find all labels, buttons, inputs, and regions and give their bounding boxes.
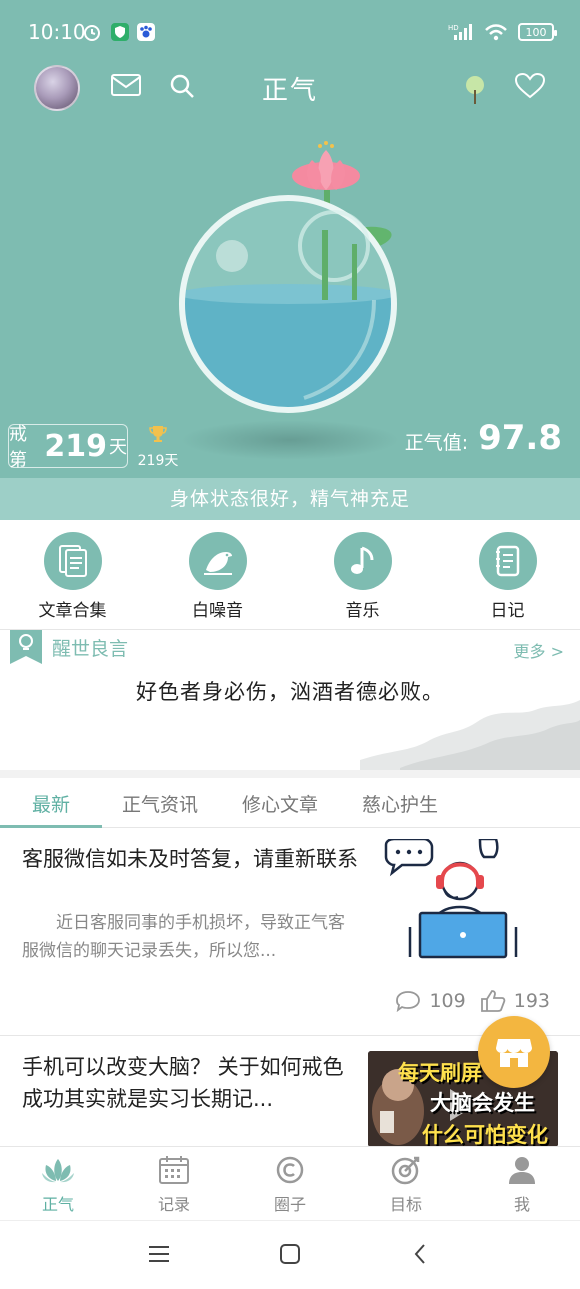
calendar-icon [159,1156,189,1184]
nav-record[interactable]: 记录 [116,1147,232,1220]
abstinence-days-box: 戒第 219 天 [8,424,128,471]
quote-section[interactable]: 醒世良言 更多 > 好色者身必伤，汹酒者德必败。 [0,630,580,770]
status-time: 10:10 [28,20,86,44]
documents-icon [58,545,87,577]
record-trophy: 219天 [136,424,180,470]
back-icon[interactable] [408,1241,434,1267]
diary-icon [495,545,519,577]
customer-service-image [384,839,518,959]
nav-zhengqi[interactable]: 正气 [0,1147,116,1220]
status-right: HD 100 [448,22,557,42]
alarm-icon [84,25,100,41]
quick-item-white-noise[interactable]: 白噪音 [145,520,290,630]
bottom-nav: 正气 记录 圈子 目标 我 [0,1146,580,1220]
status-message: 身体状态很好，精气神充足 [0,478,580,520]
bowl-shadow [180,420,400,460]
thumb-text-3: 什么可怕变化 [422,1123,548,1147]
music-note-icon [350,546,373,574]
tab-cixin[interactable]: 慈心护生 [362,790,438,817]
paw-app-icon [137,23,155,41]
quick-item-music[interactable]: 音乐 [290,520,435,630]
tab-latest[interactable]: 最新 [32,790,70,817]
tab-xiuxin[interactable]: 修心文章 [242,790,318,817]
quick-item-diary[interactable]: 日记 [435,520,580,630]
zhengqi-value: 正气值: 97.8 [404,418,562,458]
wifi-icon [485,24,507,41]
quick-item-articles[interactable]: 文章合集 [0,520,145,630]
article-stats: 109 193 [395,989,550,1013]
quote-more-link[interactable]: 更多 > [514,638,565,662]
like-count: 193 [513,990,550,1012]
signal-icon: HD [448,24,472,40]
like-icon[interactable] [480,989,506,1013]
quote-text: 好色者身必伤，汹酒者德必败。 [136,680,444,704]
page-title: 正气 [261,76,318,106]
abstinence-days: 219 [44,428,107,464]
comment-count: 109 [429,990,466,1012]
system-nav-bar [0,1220,580,1289]
svg-text:HD: HD [448,24,459,32]
article-summary: 近日客服同事的手机损坏，导致正气客服微信的聊天记录丢失，所以您... [22,913,345,961]
thumb-text-2: 大脑会发生 [430,1091,535,1115]
status-bar: 10:10 HD 100 [0,0,580,62]
section-gap [0,770,580,778]
hero-area: 10:10 HD 100 正气 戒第 219 天 219天 正气值: 97.8 [0,0,580,478]
article-title: 手机可以改变大脑？ 关于如何戒色成功其实就是实习长期记... [22,1055,344,1111]
article-tabs: 最新 正气资讯 修心文章 慈心护生 [0,778,580,828]
nav-circle[interactable]: 圈子 [232,1147,348,1220]
nav-target[interactable]: 目标 [348,1147,464,1220]
store-fab-button[interactable] [478,1016,550,1088]
menu-icon[interactable] [146,1241,172,1267]
bird-icon [203,552,232,575]
comment-icon[interactable] [395,990,421,1012]
quick-nav: 文章合集 白噪音 音乐 日记 [0,520,580,630]
shield-app-icon [111,23,129,41]
thumb-text-1: 每天刷屏 [398,1061,482,1085]
stems-overlay [322,230,357,300]
tab-indicator [0,825,102,828]
home-icon[interactable] [277,1241,303,1267]
article-item[interactable]: 客服微信如未及时答复，请重新联系 近日客服同事的手机损坏，导致正气客服微信的聊天… [0,829,580,1036]
target-icon [391,1156,420,1185]
person-icon [509,1157,535,1184]
store-icon [496,1039,532,1067]
trophy-icon [149,426,167,442]
quote-title: 醒世良言 [52,638,129,660]
heart-icon[interactable] [514,72,546,100]
tab-news[interactable]: 正气资讯 [122,790,198,817]
top-bar: 正气 [0,62,580,118]
bulb-badge-icon [10,630,42,664]
battery-indicator: 100 [518,23,557,41]
circle-icon [276,1156,304,1184]
nav-me[interactable]: 我 [464,1147,580,1220]
lotus-icon [42,1159,74,1183]
article-title: 客服微信如未及时答复，请重新联系 [22,847,358,871]
tree-icon[interactable] [464,74,486,106]
